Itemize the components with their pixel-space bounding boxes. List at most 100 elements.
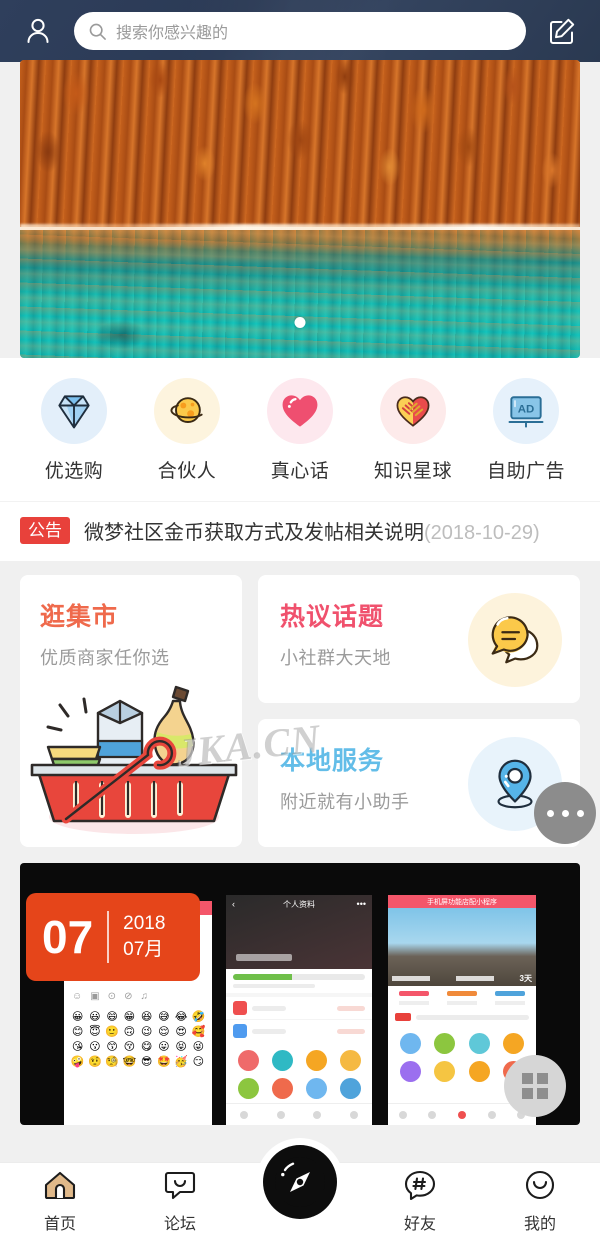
feature-cards-section: 逛集市 优质商家任你选 热议话题 小社群大天地 本地服务 附近就有小助手 <box>0 561 600 847</box>
emoji-cell: 🤨 <box>88 1056 102 1068</box>
home-icon <box>43 1170 77 1205</box>
planet-icon <box>154 378 220 444</box>
card-market[interactable]: 逛集市 优质商家任你选 <box>20 575 242 847</box>
nav-item-home[interactable]: 首页 <box>0 1170 120 1234</box>
quick-action-label: 知识星球 <box>373 461 452 482</box>
card-local-service[interactable]: 本地服务 附近就有小助手 <box>258 719 580 847</box>
banner-image <box>20 60 580 358</box>
back-icon: ‹ <box>232 899 235 909</box>
quick-action-zizhuguanggao[interactable]: AD 自助广告 <box>474 378 578 483</box>
carousel-indicator-dot[interactable] <box>294 317 306 328</box>
diamond-icon <box>41 378 107 444</box>
card-hot-topics[interactable]: 热议话题 小社群大天地 <box>258 575 580 703</box>
quick-action-zhishixingqiu[interactable]: 知识星球 <box>361 378 465 483</box>
compose-edit-icon[interactable] <box>540 9 584 53</box>
emoji-cell: 😘 <box>71 1041 84 1053</box>
emoji-cell: 😛 <box>158 1041 170 1053</box>
emoji-tool-icon: ⊘ <box>124 991 133 1002</box>
card-subtitle: 附近就有小助手 <box>280 792 410 812</box>
search-placeholder: 搜索你感兴趣的 <box>116 25 229 42</box>
quick-actions-row: 优选购 合伙人 真心话 知识星球 AD 自助广告 <box>0 358 600 501</box>
announcement-date: (2018-10-29) <box>424 522 540 544</box>
emoji-cell: 🥰 <box>191 1026 206 1038</box>
hero-banner-carousel[interactable] <box>20 60 580 358</box>
handshake-heart-icon <box>380 378 446 444</box>
announcement-text-wrap: 微梦社区金币获取方式及发帖相关说明(2018-10-29) <box>84 516 540 545</box>
promo-banner[interactable]: ☺ ▣ ⊙ ⊘ ♫ 😀 😃 😄 😁 😆 😅 😂 🤣 😊 😇 🙂 🙃 😉 😌 😍 🥰 😘 😗 😙 😚 😋 😛 😝 😜 🤪 🤨 🧐… <box>20 863 580 1125</box>
emoji-cell: 😙 <box>106 1041 118 1053</box>
right-cards-column: 热议话题 小社群大天地 本地服务 附近就有小助手 <box>258 575 580 847</box>
emoji-cell: 🤓 <box>122 1056 137 1068</box>
emoji-cell: 🥳 <box>174 1056 188 1068</box>
promo-date-month: 07月 <box>123 939 164 960</box>
emoji-cell: 🤪 <box>70 1056 85 1068</box>
nav-label: 好友 <box>403 1215 436 1233</box>
search-input[interactable]: 搜索你感兴趣的 <box>74 12 526 50</box>
more-icon: ••• <box>356 899 366 909</box>
emoji-cell: 🧐 <box>105 1056 119 1068</box>
more-dots-icon[interactable] <box>534 782 596 844</box>
emoji-cell: 😇 <box>89 1026 101 1038</box>
search-icon <box>88 22 107 41</box>
chat-bubbles-icon <box>468 593 562 687</box>
card-title: 本地服务 <box>280 747 385 775</box>
nav-item-mine[interactable]: 我的 <box>480 1170 600 1234</box>
emoji-cell: 😍 <box>175 1026 187 1038</box>
emoji-cell: 😝 <box>175 1041 187 1053</box>
promo-date-badge: 07 2018 07月 <box>26 893 200 981</box>
grid-squares-icon[interactable] <box>504 1055 566 1117</box>
nav-label: 我的 <box>523 1215 556 1233</box>
emoji-cell: 😗 <box>89 1041 101 1053</box>
nav-item-forum[interactable]: 论坛 <box>120 1170 240 1234</box>
promo-corner-badge: 3天 <box>519 974 532 983</box>
promo-city-photo: 3天 <box>388 908 536 986</box>
emoji-cell: 🤩 <box>157 1056 171 1068</box>
quick-action-hehuoren[interactable]: 合伙人 <box>135 378 239 483</box>
promo-screen-nav <box>226 1103 372 1125</box>
card-subtitle: 小社群大天地 <box>280 648 391 668</box>
emoji-tool-icon: ♫ <box>140 991 148 1002</box>
emoji-tool-icon: ⊙ <box>107 991 117 1002</box>
emoji-cell: 😉 <box>140 1026 153 1038</box>
promo-screen-title: 手机屏功能店配小程序 <box>427 899 497 906</box>
app-root: 搜索你感兴趣的 优选购 合伙人 真心话 知识星球 AD 自助广告 公告 微梦社区… <box>0 0 600 1240</box>
quick-action-label: 合伙人 <box>157 461 217 482</box>
announcement-tag: 公告 <box>20 516 70 545</box>
promo-screenshot-2: ‹ 个人资料 ••• <box>226 895 372 1125</box>
bottom-navigation: 首页 论坛 好友 我的 <box>0 1144 600 1240</box>
quick-action-label: 优选购 <box>44 461 104 482</box>
promo-screen-title: 个人资料 <box>283 900 315 909</box>
card-title: 逛集市 <box>40 603 119 631</box>
emoji-cell: 😅 <box>158 1011 170 1023</box>
emoji-cell: 🙃 <box>123 1026 136 1038</box>
announcement-bar[interactable]: 公告 微梦社区金币获取方式及发帖相关说明(2018-10-29) <box>0 501 600 561</box>
user-avatar-icon[interactable] <box>16 9 60 53</box>
shopping-basket-icon <box>26 669 242 839</box>
emoji-tool-icon: ☺ <box>72 991 83 1002</box>
emoji-cell: 🙂 <box>105 1026 119 1038</box>
nav-item-discover[interactable] <box>240 1144 360 1240</box>
emoji-cell: 😊 <box>71 1026 84 1038</box>
quick-action-zhenxinhua[interactable]: 真心话 <box>248 378 352 483</box>
emoji-cell: 😚 <box>123 1041 136 1053</box>
ad-board-icon: AD <box>493 378 559 444</box>
emoji-cell: 😋 <box>140 1041 153 1053</box>
emoji-cell: 😆 <box>140 1011 153 1023</box>
emoji-cell: 😄 <box>106 1011 118 1023</box>
emoji-grid: 😀 😃 😄 😁 😆 😅 😂 🤣 😊 😇 🙂 🙃 😉 😌 😍 🥰 😘 😗 😙 😚 😋 😛 😝 😜 🤪 🤨 🧐 🤓 😎 🤩 🥳 😏 <box>64 1004 212 1076</box>
compass-icon[interactable] <box>263 1144 337 1219</box>
emoji-cell: 🤣 <box>191 1011 206 1023</box>
emoji-cell: 😁 <box>123 1011 136 1023</box>
emoji-cell: 😂 <box>174 1011 188 1023</box>
top-header: 搜索你感兴趣的 <box>0 0 600 62</box>
card-text-block: 热议话题 小社群大天地 <box>280 597 468 670</box>
nav-item-friends[interactable]: 好友 <box>360 1170 480 1234</box>
promo-date-day: 07 <box>42 911 94 963</box>
quick-action-youxuangou[interactable]: 优选购 <box>22 378 126 483</box>
forum-chat-icon <box>163 1170 197 1205</box>
emoji-cell: 😏 <box>192 1056 205 1068</box>
emoji-cell: 😀 <box>71 1011 84 1023</box>
promo-date-year: 2018 <box>123 913 166 935</box>
promo-date-ym: 2018 07月 <box>123 911 165 962</box>
date-divider <box>107 911 110 963</box>
